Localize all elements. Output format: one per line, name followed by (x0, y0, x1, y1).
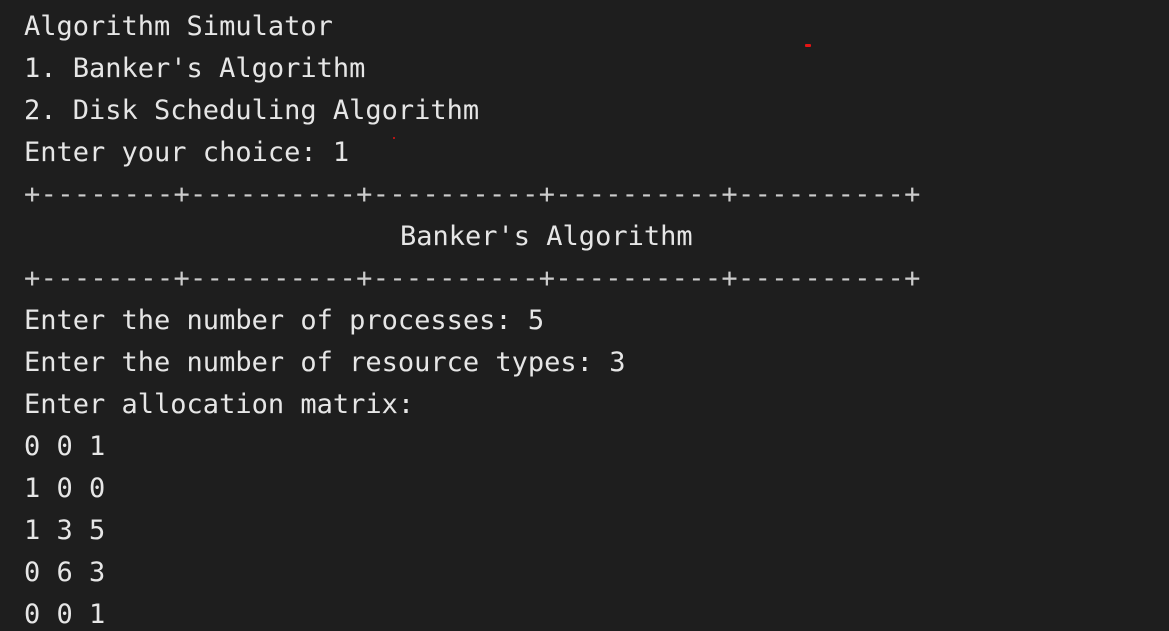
menu-option-bankers: 1. Banker's Algorithm (24, 53, 366, 84)
terminal-output[interactable]: Algorithm Simulator 1. Banker's Algorith… (0, 0, 1169, 631)
allocation-row: 0 0 1 (24, 431, 106, 462)
allocation-row: 1 3 5 (24, 515, 106, 546)
allocation-matrix-prompt: Enter allocation matrix: (24, 389, 415, 420)
resource-types-prompt: Enter the number of resource types: 3 (24, 347, 626, 378)
menu-title: Algorithm Simulator (24, 11, 333, 42)
choice-prompt: Enter your choice: 1 (24, 137, 350, 168)
allocation-row: 1 0 0 (24, 473, 106, 504)
stray-red-mark (805, 44, 811, 47)
menu-option-disk-scheduling: 2. Disk Scheduling Algorithm (24, 95, 480, 126)
allocation-row: 0 6 3 (24, 557, 106, 588)
banner-border-bottom: +--------+----------+----------+--------… (24, 263, 921, 294)
banner-border-top: +--------+----------+----------+--------… (24, 179, 921, 210)
stray-red-mark (393, 137, 395, 139)
processes-prompt: Enter the number of processes: 5 (24, 305, 545, 336)
banner-heading: Banker's Algorithm (400, 221, 693, 252)
allocation-row: 0 0 1 (24, 599, 106, 630)
